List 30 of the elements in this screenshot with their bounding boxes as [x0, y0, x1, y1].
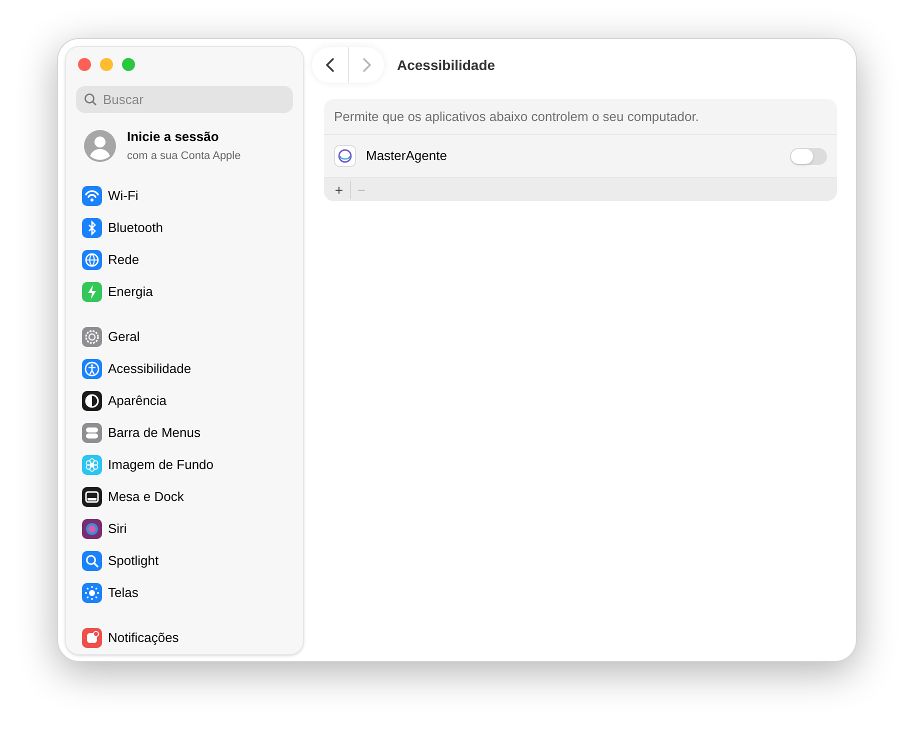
sidebar-item[interactable]: Notificações — [108, 628, 179, 648]
app-name: MasterAgente — [366, 147, 448, 166]
toggle-switch[interactable] — [790, 148, 827, 164]
search-icon — [84, 93, 97, 106]
window-title: Acessibilidade — [397, 56, 496, 74]
search-field[interactable]: Buscar — [76, 86, 293, 113]
description: Permite que os aplicativos abaixo controlem o seu computador. — [324, 99, 837, 135]
sidebar-item[interactable]: Bluetooth — [108, 218, 163, 238]
sidebar-item[interactable]: Imagem de Fundo — [108, 455, 214, 475]
account-title[interactable]: Inicie a sessão — [127, 127, 241, 146]
add-button[interactable]: + — [328, 180, 350, 198]
sidebar-item[interactable]: Spotlight — [108, 551, 159, 571]
chevron-left-icon — [325, 58, 335, 72]
sidebar-item[interactable]: Mesa e Dock — [108, 487, 184, 507]
chevron-right-icon — [362, 58, 372, 72]
sidebar-item[interactable]: Energia — [108, 282, 153, 302]
sidebar-item[interactable]: Aparência — [108, 391, 167, 411]
avatar-icon — [84, 130, 116, 162]
sidebar-item[interactable]: Wi-Fi — [108, 186, 138, 206]
sidebar-item[interactable]: Telas — [108, 583, 138, 603]
account-subtitle: com a sua Conta Apple — [127, 148, 241, 164]
sidebar-item[interactable]: Barra de Menus — [108, 423, 200, 443]
sidebar-item[interactable]: Siri — [108, 519, 127, 539]
sidebar-item[interactable]: Rede — [108, 250, 140, 270]
sidebar-item[interactable]: Geral — [108, 327, 140, 347]
window-control-button[interactable] — [78, 58, 91, 71]
sidebar-item[interactable]: Acessibilidade — [108, 359, 192, 379]
app-icon — [334, 145, 356, 167]
window-control-button[interactable] — [100, 58, 113, 71]
window-control-button[interactable] — [122, 58, 135, 71]
